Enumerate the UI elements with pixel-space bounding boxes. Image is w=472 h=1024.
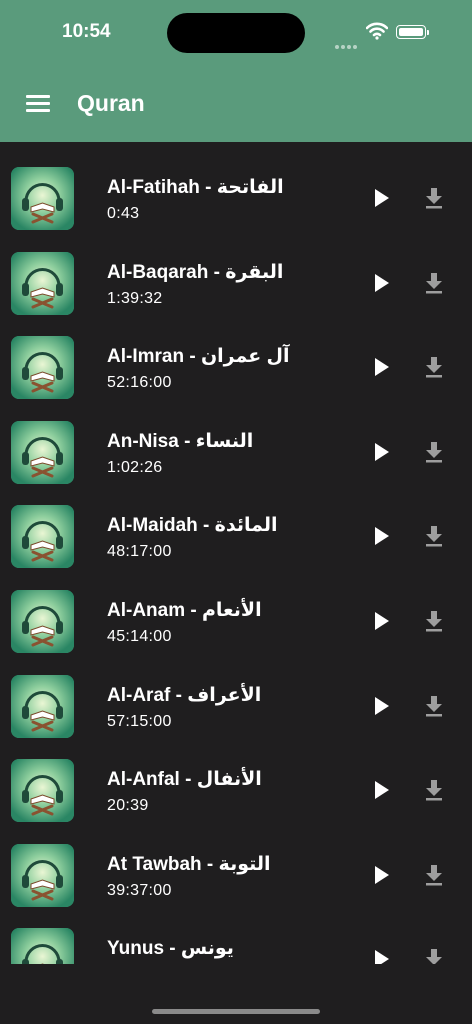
download-icon[interactable] (421, 862, 447, 888)
list-item[interactable]: At Tawbah - التوبة 39:37:00 (0, 819, 472, 907)
play-icon[interactable] (368, 778, 392, 802)
surah-duration: 57:15:00 (107, 712, 172, 730)
home-indicator[interactable] (152, 1009, 320, 1014)
list-item[interactable]: Al-Imran - آل عمران 52:16:00 (0, 311, 472, 400)
surah-duration: 52:16:00 (107, 374, 172, 392)
surah-name: Al-Maidah - المائدة (107, 515, 278, 537)
quran-headphones-icon (11, 251, 74, 315)
list-item[interactable]: Yunus - يونس (0, 903, 472, 964)
download-icon[interactable] (421, 608, 447, 634)
list-item[interactable]: Al-Maidah - المائدة 48:17:00 (0, 480, 472, 569)
download-icon[interactable] (421, 946, 447, 964)
play-icon[interactable] (368, 186, 392, 210)
surah-name: Al-Fatihah - الفاتحة (107, 177, 284, 198)
surah-name: Al-Anam - الأنعام (107, 600, 262, 621)
surah-list[interactable]: Al-Fatihah - الفاتحة 0:43 Al-Baqarah - الب… (0, 142, 472, 964)
list-item[interactable]: Al-Baqarah - البقرة 1:39:32 (0, 227, 472, 315)
surah-name: Al-Anfal - الأنفال (107, 769, 262, 791)
quran-headphones-icon (11, 843, 74, 907)
download-icon[interactable] (421, 523, 447, 549)
quran-headphones-icon (11, 674, 74, 738)
play-icon[interactable] (368, 524, 392, 548)
play-icon[interactable] (368, 863, 392, 887)
surah-duration: 39:37:00 (107, 881, 172, 899)
page-title: Quran (77, 90, 145, 116)
battery-icon (396, 25, 429, 39)
quran-headphones-icon (11, 505, 74, 569)
app-bar: 10:54 Quran (0, 0, 472, 142)
wifi-icon (366, 22, 388, 40)
cellular-signal-icon (335, 36, 359, 54)
quran-headphones-icon (11, 590, 74, 653)
surah-name: At Tawbah - التوبة (107, 853, 271, 875)
status-time: 10:54 (62, 21, 111, 42)
surah-name: Yunus - يونس (107, 938, 234, 960)
surah-name: Al-Baqarah - البقرة (107, 261, 284, 283)
download-icon[interactable] (421, 777, 447, 803)
list-item[interactable]: Al-Fatihah - الفاتحة 0:43 (0, 142, 472, 230)
download-icon[interactable] (421, 693, 447, 719)
quran-headphones-icon (11, 928, 74, 964)
list-item[interactable]: Al-Anam - الأنعام 45:14:00 (0, 565, 472, 653)
play-icon[interactable] (368, 355, 392, 379)
surah-duration: 0:43 (107, 205, 140, 222)
play-icon[interactable] (368, 947, 392, 964)
surah-name: Al-Araf - الأعراف (107, 684, 262, 706)
quran-headphones-icon (11, 420, 74, 484)
surah-duration: 1:02:26 (107, 458, 163, 476)
menu-icon[interactable] (24, 92, 52, 116)
surah-duration: 45:14:00 (107, 628, 172, 645)
surah-duration: 20:39 (107, 797, 149, 815)
surah-duration: 1:39:32 (107, 289, 163, 307)
quran-headphones-icon (11, 167, 74, 230)
download-icon[interactable] (421, 354, 447, 380)
play-icon[interactable] (368, 271, 392, 295)
surah-name: An-Nisa - النساء (107, 430, 254, 452)
play-icon[interactable] (368, 609, 392, 633)
quran-headphones-icon (11, 336, 74, 400)
dynamic-island (167, 13, 305, 53)
download-icon[interactable] (421, 270, 447, 296)
play-icon[interactable] (368, 440, 392, 464)
surah-duration: 48:17:00 (107, 543, 172, 561)
surah-name: Al-Imran - آل عمران (107, 346, 290, 368)
download-icon[interactable] (421, 185, 447, 211)
list-item[interactable]: Al-Anfal - الأنفال 20:39 (0, 734, 472, 823)
play-icon[interactable] (368, 694, 392, 718)
download-icon[interactable] (421, 439, 447, 465)
list-item[interactable]: An-Nisa - النساء 1:02:26 (0, 396, 472, 484)
quran-headphones-icon (11, 759, 74, 823)
list-item[interactable]: Al-Araf - الأعراف 57:15:00 (0, 650, 472, 738)
